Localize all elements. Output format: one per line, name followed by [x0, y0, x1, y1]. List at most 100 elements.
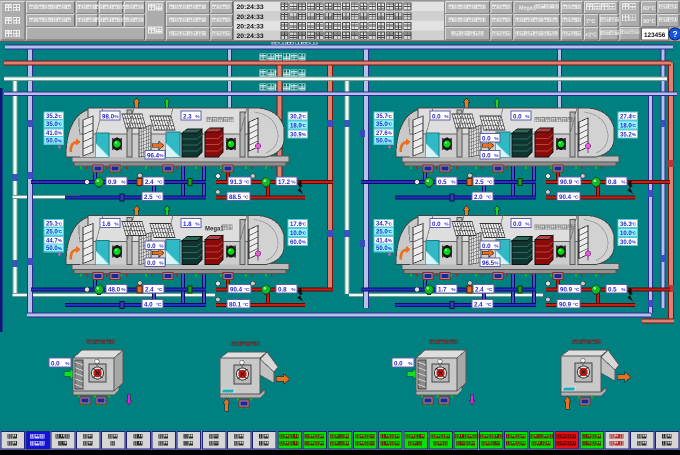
svg-text:0.0: 0.0 [432, 221, 441, 228]
svg-text:17.2: 17.2 [278, 179, 291, 186]
svg-text:2.5: 2.5 [144, 194, 153, 201]
svg-text:0.0: 0.0 [482, 152, 491, 159]
svg-text:0.0: 0.0 [482, 243, 491, 250]
svg-text:%: % [621, 180, 626, 186]
svg-text:2.5: 2.5 [475, 179, 484, 186]
svg-text:%: % [444, 114, 449, 120]
svg-text:°C: °C [156, 195, 162, 201]
svg-text:60.0: 60.0 [290, 240, 302, 246]
svg-text:°C: °C [387, 114, 393, 119]
svg-text:50.0: 50.0 [376, 139, 388, 145]
svg-text:0.0: 0.0 [513, 221, 522, 228]
svg-text:20:24:33: 20:24:33 [237, 24, 264, 31]
svg-text:°C: °C [487, 180, 493, 186]
svg-text:90.9: 90.9 [560, 179, 573, 186]
svg-text:0.0: 0.0 [147, 243, 156, 250]
svg-text:°C: °C [487, 287, 493, 293]
svg-text:°C: °C [157, 287, 163, 293]
svg-text:2.4: 2.4 [474, 301, 483, 308]
svg-text:°C: °C [301, 114, 307, 119]
svg-text:44.7: 44.7 [46, 238, 58, 244]
svg-text:%: % [291, 287, 296, 293]
svg-text:°C: °C [243, 195, 249, 201]
svg-text:%: % [195, 114, 200, 120]
svg-text:2.0: 2.0 [474, 194, 483, 201]
svg-text:20:24:33: 20:24:33 [237, 33, 264, 40]
svg-text:°C: °C [486, 195, 492, 201]
svg-text:41.0: 41.0 [46, 131, 58, 137]
svg-text:°C: °C [244, 180, 250, 186]
svg-text:?: ? [672, 29, 677, 39]
svg-text:1.7: 1.7 [438, 286, 447, 293]
svg-text:%: % [525, 114, 530, 120]
svg-text:%: % [114, 114, 119, 120]
svg-text:°C: °C [243, 302, 249, 308]
svg-text:27.6: 27.6 [376, 131, 388, 137]
svg-text:91.3: 91.3 [230, 179, 243, 186]
svg-text:1.6: 1.6 [102, 221, 111, 228]
svg-text:°C: °C [157, 180, 163, 186]
svg-text:0.0: 0.0 [394, 360, 403, 367]
svg-text:90°C: 90°C [643, 19, 656, 25]
svg-text:4.0: 4.0 [144, 301, 153, 308]
svg-text:0.0: 0.0 [147, 260, 156, 267]
svg-text:2.4: 2.4 [145, 286, 154, 293]
svg-text:0.0: 0.0 [432, 113, 441, 120]
svg-text:%: % [195, 222, 200, 228]
svg-text:88.5: 88.5 [229, 194, 242, 201]
svg-text:%: % [159, 244, 164, 250]
svg-text:%: % [65, 361, 70, 367]
svg-text:°C: °C [631, 222, 637, 227]
svg-text:0.9: 0.9 [108, 179, 117, 186]
svg-text:50.0: 50.0 [46, 139, 58, 145]
svg-text:°C: °C [57, 229, 63, 234]
svg-text:20:24:33: 20:24:33 [237, 14, 264, 21]
svg-text:%: % [121, 180, 126, 186]
svg-text:98.0: 98.0 [102, 113, 115, 120]
svg-text:20:24:33: 20:24:33 [237, 4, 264, 11]
svg-text:%: % [451, 180, 456, 186]
svg-text:%: % [494, 136, 499, 142]
svg-text:60°C: 60°C [643, 6, 656, 12]
svg-text:%: % [291, 180, 296, 186]
svg-text:2.3: 2.3 [183, 113, 192, 120]
svg-text:%: % [494, 153, 499, 159]
svg-text:%: % [121, 287, 126, 293]
svg-text:°C: °C [57, 122, 63, 127]
svg-text:1.8: 1.8 [183, 221, 192, 228]
svg-text:96.4: 96.4 [147, 152, 160, 159]
svg-text:°C: °C [631, 114, 637, 119]
svg-text:0.0: 0.0 [513, 113, 522, 120]
svg-text:48.0: 48.0 [108, 286, 121, 293]
svg-text:°C: °C [574, 180, 580, 186]
svg-text:%: % [444, 222, 449, 228]
svg-text:°C: °C [631, 231, 637, 236]
svg-text:°C: °C [301, 222, 307, 227]
svg-text:°C: °C [631, 123, 637, 128]
svg-text:°C: °C [57, 221, 63, 226]
svg-text:0.5: 0.5 [438, 179, 447, 186]
svg-text:Mega1: Mega1 [205, 227, 224, 233]
svg-text:°C: °C [301, 123, 307, 128]
svg-text:90.9: 90.9 [559, 301, 572, 308]
svg-text:90.4: 90.4 [230, 286, 243, 293]
svg-text:7°C: 7°C [586, 19, 595, 25]
svg-text:°C: °C [573, 302, 579, 308]
svg-text:°C: °C [573, 195, 579, 201]
svg-text:%: % [408, 361, 413, 367]
svg-text:%: % [494, 244, 499, 250]
svg-text:%: % [451, 287, 456, 293]
svg-text:2.4: 2.4 [475, 286, 484, 293]
svg-text:0.8: 0.8 [278, 286, 287, 293]
svg-text:°C: °C [387, 122, 393, 127]
svg-text:90.9: 90.9 [560, 286, 573, 293]
svg-text:41.4: 41.4 [376, 238, 388, 244]
svg-text:Mega1: Mega1 [519, 6, 536, 12]
svg-text:0.0: 0.0 [482, 135, 491, 142]
svg-text:%: % [621, 287, 626, 293]
svg-text:%: % [159, 261, 164, 267]
svg-text:°C: °C [156, 302, 162, 308]
svg-text:0.5: 0.5 [608, 286, 617, 293]
svg-text:°C: °C [301, 231, 307, 236]
svg-text:%: % [494, 261, 499, 267]
